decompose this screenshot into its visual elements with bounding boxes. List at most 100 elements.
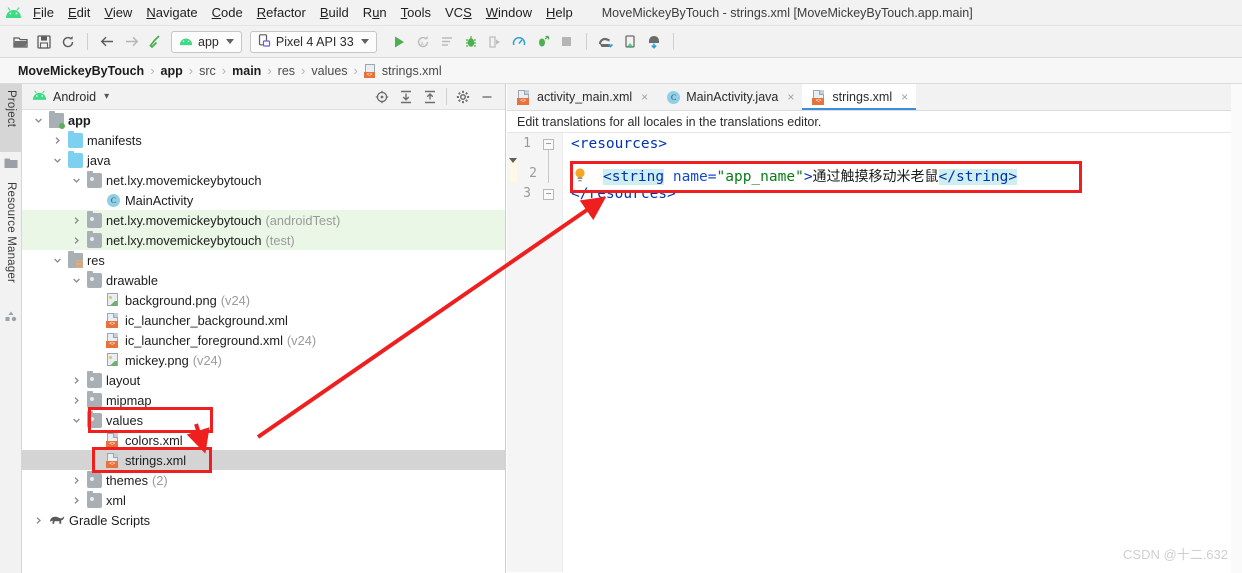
menu-item-code[interactable]: Code [205, 3, 250, 22]
intention-bulb-icon[interactable] [573, 167, 587, 183]
attach-debugger-icon[interactable] [483, 30, 507, 54]
menu-item-vcs[interactable]: VCS [438, 3, 479, 22]
chevron-down-icon[interactable] [51, 154, 64, 167]
tree-row-manifests[interactable]: manifests [22, 130, 505, 150]
chevron-down-icon[interactable] [70, 174, 83, 187]
menu-item-file[interactable]: File [26, 3, 61, 22]
expand-all-icon[interactable] [394, 86, 418, 108]
open-folder-icon[interactable] [8, 30, 32, 54]
editor-tab-mainactivity-java[interactable]: C MainActivity.java × [656, 84, 802, 110]
menu-item-view[interactable]: View [97, 3, 139, 22]
breadcrumb-item-app[interactable]: app [161, 64, 183, 78]
tree-row-java[interactable]: java [22, 150, 505, 170]
sync-refresh-icon[interactable] [56, 30, 80, 54]
tree-row-layout[interactable]: layout [22, 370, 505, 390]
tree-row-net-lxy-movemickeybytouch[interactable]: net.lxy.movemickeybytouch [22, 170, 505, 190]
chevron-right-icon[interactable] [70, 494, 83, 507]
hide-minimize-icon[interactable] [475, 86, 499, 108]
save-all-icon[interactable] [32, 30, 56, 54]
tree-row-mipmap[interactable]: mipmap [22, 390, 505, 410]
xml-file-icon: <> [363, 63, 378, 78]
chevron-down-icon[interactable] [70, 274, 83, 287]
chevron-right-icon[interactable] [70, 214, 83, 227]
tree-row-colors-xml[interactable]: <> colors.xml [22, 430, 505, 450]
menu-item-run[interactable]: Run [356, 3, 394, 22]
menu-item-build[interactable]: Build [313, 3, 356, 22]
tree-row-qualifier: (androidTest) [265, 212, 341, 228]
code-line-2[interactable]: 2 <string name="app_name">通过触摸移动米老鼠</stri… [509, 158, 1018, 185]
chevron-down-icon[interactable] [70, 414, 83, 427]
tree-row-qualifier: (2) [151, 472, 168, 488]
menu-item-navigate[interactable]: Navigate [139, 3, 204, 22]
menu-item-refactor[interactable]: Refactor [250, 3, 313, 22]
chevron-right-icon[interactable] [70, 234, 83, 247]
tool-tab-resource-manager[interactable]: Resource Manager [0, 176, 22, 304]
fold-collapse-icon[interactable]: − [543, 139, 554, 150]
chevron-down-icon[interactable] [51, 254, 64, 267]
device-selector-combo[interactable]: Pixel 4 API 33 [249, 30, 377, 53]
tree-row-mickey-png[interactable]: mickey.png (v24) [22, 350, 505, 370]
tree-row-net-lxy-movemickeybytouch[interactable]: net.lxy.movemickeybytouch (test) [22, 230, 505, 250]
breadcrumb-item-strings-xml[interactable]: strings.xml [382, 64, 442, 78]
tree-row-themes[interactable]: themes (2) [22, 470, 505, 490]
tree-row-background-png[interactable]: background.png (v24) [22, 290, 505, 310]
code-editor[interactable]: 1 − <resources> 2 <string name="app_name">通过… [507, 133, 1242, 572]
select-opened-file-icon[interactable] [370, 86, 394, 108]
run-icon[interactable] [387, 30, 411, 54]
tree-row-gradle-scripts[interactable]: Gradle Scripts [22, 510, 505, 530]
menu-item-window[interactable]: Window [479, 3, 539, 22]
chevron-right-icon[interactable] [51, 134, 64, 147]
tree-row-strings-xml[interactable]: <> strings.xml [22, 450, 505, 470]
close-icon[interactable]: × [787, 90, 794, 104]
module-selector-combo[interactable]: app [171, 30, 242, 53]
tree-row-ic-launcher-foreground-xml[interactable]: <> ic_launcher_foreground.xml (v24) [22, 330, 505, 350]
chevron-down-icon[interactable] [32, 114, 45, 127]
back-arrow-icon[interactable] [95, 30, 119, 54]
tree-icon-wrap [87, 410, 102, 428]
editor-scrollbar[interactable] [1231, 84, 1242, 573]
menu-item-help[interactable]: Help [539, 3, 580, 22]
tree-row-app[interactable]: app [22, 110, 505, 130]
code-line-3[interactable]: 3 − </resources> [507, 183, 1242, 208]
breadcrumb-item-src[interactable]: src [199, 64, 216, 78]
tree-row-res[interactable]: res [22, 250, 505, 270]
tree-row-net-lxy-movemickeybytouch[interactable]: net.lxy.movemickeybytouch (androidTest) [22, 210, 505, 230]
tree-row-values[interactable]: values [22, 410, 505, 430]
breadcrumb-item-res[interactable]: res [278, 64, 295, 78]
run-with-coverage-icon[interactable] [531, 30, 555, 54]
editor-tab-strings-xml[interactable]: <> strings.xml × [802, 84, 917, 110]
tree-row-xml[interactable]: xml [22, 490, 505, 510]
debug-icon[interactable] [459, 30, 483, 54]
project-tree[interactable]: app manifests java net.lxy.movemickeybytouc… [22, 110, 505, 572]
tree-row-drawable[interactable]: drawable [22, 270, 505, 290]
breadcrumb-item-main[interactable]: main [232, 64, 261, 78]
chevron-right-icon[interactable] [32, 514, 45, 527]
fold-collapse-icon[interactable]: − [543, 189, 554, 200]
settings-gear-icon[interactable] [451, 86, 475, 108]
menu-item-edit[interactable]: Edit [61, 3, 97, 22]
tree-row-ic-launcher-background-xml[interactable]: <> ic_launcher_background.xml [22, 310, 505, 330]
sdk-manager-icon[interactable] [594, 30, 618, 54]
tree-row-mainactivity[interactable]: C MainActivity [22, 190, 505, 210]
code-line-1[interactable]: 1 − <resources> [507, 133, 1242, 158]
apply-code-changes-icon[interactable] [435, 30, 459, 54]
breadcrumb-item-movemickeybytouch[interactable]: MoveMickeyByTouch [18, 64, 144, 78]
profiler-icon[interactable] [507, 30, 531, 54]
stop-icon[interactable] [555, 30, 579, 54]
forward-arrow-icon[interactable] [119, 30, 143, 54]
apply-changes-icon[interactable]: A [411, 30, 435, 54]
chevron-right-icon[interactable] [70, 374, 83, 387]
sync-gradle-icon[interactable] [642, 30, 666, 54]
breadcrumb-item-values[interactable]: values [311, 64, 347, 78]
close-icon[interactable]: × [901, 90, 908, 104]
chevron-right-icon[interactable] [70, 394, 83, 407]
collapse-all-icon[interactable] [418, 86, 442, 108]
menu-item-tools[interactable]: Tools [394, 3, 438, 22]
chevron-down-icon[interactable]: ▾ [104, 91, 109, 102]
close-icon[interactable]: × [641, 90, 648, 104]
chevron-right-icon[interactable] [70, 474, 83, 487]
build-hammer-icon[interactable] [143, 30, 167, 54]
tool-tab-project[interactable]: Project [0, 84, 22, 152]
avd-manager-icon[interactable] [618, 30, 642, 54]
editor-tab-activity-main-xml[interactable]: <> activity_main.xml × [507, 84, 656, 110]
